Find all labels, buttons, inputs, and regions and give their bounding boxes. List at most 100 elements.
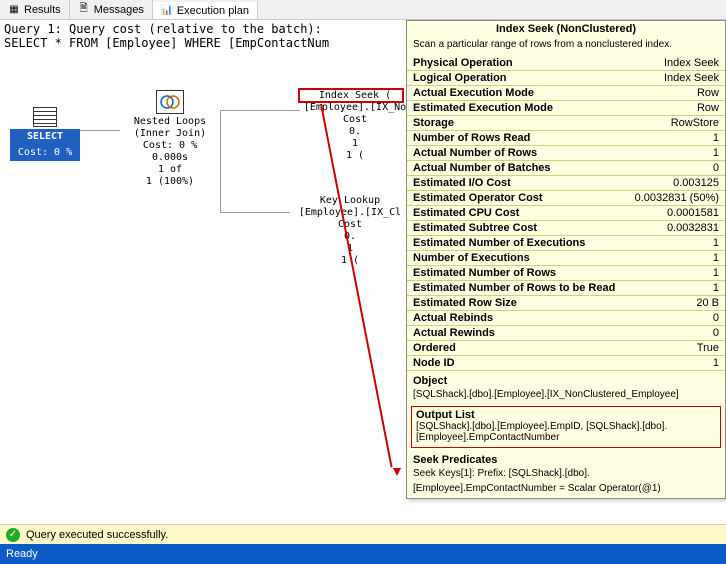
status-text: Query executed successfully. <box>26 529 168 541</box>
tab-results[interactable]: ▦ Results <box>0 0 70 19</box>
property-value: 0.0001581 <box>667 207 719 219</box>
property-value: Index Seek <box>664 57 719 69</box>
op-rows2: 1 (100%) <box>120 176 220 188</box>
tooltip-row: Actual Number of Batches 0 <box>407 161 725 176</box>
property-key: Number of Executions <box>413 252 530 264</box>
property-value: 1 <box>713 252 719 264</box>
property-value: RowStore <box>671 117 719 129</box>
property-value: 1 <box>713 267 719 279</box>
property-key: Estimated Number of Executions <box>413 237 585 249</box>
tooltip-row: Estimated CPU Cost0.0001581 <box>407 206 725 221</box>
select-label: SELECT <box>10 129 80 145</box>
operator-select[interactable]: SELECT Cost: 0 % <box>10 107 80 161</box>
tooltip-row: Estimated Number of Rows to be Read1 <box>407 281 725 296</box>
operator-nested-loops[interactable]: Nested Loops (Inner Join) Cost: 0 % 0.00… <box>120 90 220 188</box>
tooltip-row: Actual Number of Rows 1 <box>407 146 725 161</box>
property-value: 1 <box>713 147 719 159</box>
tab-execution-plan[interactable]: 📊 Execution plan <box>153 0 258 19</box>
tooltip-seek-header: Seek Predicates <box>407 450 725 468</box>
arrowhead-icon <box>393 468 401 476</box>
tooltip-row: Number of Rows Read 1 <box>407 131 725 146</box>
tooltip-row: Actual Rewinds 0 <box>407 326 725 341</box>
status-bar-ready: Ready <box>0 544 726 564</box>
highlight-output-list: Output List [SQLShack].[dbo].[Employee].… <box>411 406 721 448</box>
property-value: Row <box>697 87 719 99</box>
connector-line <box>80 130 120 131</box>
tooltip-row: Actual Execution Mode Row <box>407 86 725 101</box>
op-rows: 1 of <box>120 164 220 176</box>
op-sub: (Inner Join) <box>120 128 220 140</box>
op-time: 0.000s <box>120 152 220 164</box>
property-key: Estimated Number of Rows <box>413 267 556 279</box>
property-value: 0.0032831 <box>667 222 719 234</box>
op-cost: Cost: 0 % <box>120 140 220 152</box>
tooltip-row: Estimated Row Size20 B <box>407 296 725 311</box>
property-key: Node ID <box>413 357 455 369</box>
op-rows2: 1 ( <box>300 150 410 162</box>
check-icon: ✓ <box>6 528 20 542</box>
tab-label: Results <box>24 4 61 16</box>
tooltip-row: Number of Executions 1 <box>407 251 725 266</box>
tooltip-row: Estimated Subtree Cost0.0032831 <box>407 221 725 236</box>
tooltip-row: Estimated I/O Cost0.003125 <box>407 176 725 191</box>
op-time: 0. <box>290 231 410 243</box>
property-key: Actual Number of Batches <box>413 162 551 174</box>
tooltip-seek-value2: [Employee].EmpContactNumber = Scalar Ope… <box>407 483 725 498</box>
tooltip-seek-value1: Seek Keys[1]: Prefix: [SQLShack].[dbo]. <box>407 468 725 483</box>
message-icon: 🗎 <box>78 4 90 16</box>
op-name: Index Seek ( <box>300 90 410 102</box>
op-cost: Cost <box>290 219 410 231</box>
tooltip-row: Physical Operation Index Seek <box>407 56 725 71</box>
status-bar-success: ✓ Query executed successfully. <box>0 524 726 544</box>
property-value: True <box>697 342 719 354</box>
tab-messages[interactable]: 🗎 Messages <box>70 0 153 19</box>
op-rows: 1 <box>300 138 410 150</box>
connector-line <box>220 110 221 212</box>
ready-text: Ready <box>6 548 38 560</box>
op-time: 0. <box>300 126 410 138</box>
property-value: Row <box>697 102 719 114</box>
tooltip-row: Estimated Number of Executions1 <box>407 236 725 251</box>
property-key: Actual Number of Rows <box>413 147 537 159</box>
property-key: Storage <box>413 117 454 129</box>
tooltip-row: Logical OperationIndex Seek <box>407 71 725 86</box>
tooltip-desc: Scan a particular range of rows from a n… <box>407 37 725 56</box>
op-name: Key Lookup <box>290 195 410 207</box>
property-key: Number of Rows Read <box>413 132 530 144</box>
property-key: Actual Execution Mode <box>413 87 534 99</box>
property-value: 1 <box>713 132 719 144</box>
op-obj: [Employee].[IX_Cl <box>290 207 410 219</box>
property-key: Actual Rewinds <box>413 327 495 339</box>
property-key: Actual Rebinds <box>413 312 493 324</box>
property-value: 0 <box>713 312 719 324</box>
table-icon <box>33 107 57 127</box>
tab-label: Execution plan <box>177 5 249 17</box>
grid-icon: ▦ <box>8 4 20 16</box>
operator-index-seek[interactable]: Index Seek ( [Employee].[IX_No Cost 0. 1… <box>300 90 410 162</box>
select-cost: Cost: 0 % <box>10 145 80 161</box>
tooltip-row: Estimated Execution Mode Row <box>407 101 725 116</box>
tooltip-title: Index Seek (NonClustered) <box>407 21 725 37</box>
op-name: Nested Loops <box>120 116 220 128</box>
property-key: Physical Operation <box>413 57 513 69</box>
tooltip-row: Actual Rebinds 0 <box>407 311 725 326</box>
tooltip-object-value: [SQLShack].[dbo].[Employee].[IX_NonClust… <box>407 389 725 404</box>
tooltip-output-header: Output List <box>414 409 718 421</box>
property-value: 0 <box>713 327 719 339</box>
property-value: 0.0032831 (50%) <box>635 192 719 204</box>
property-value: 0 <box>713 162 719 174</box>
property-value: 1 <box>713 282 719 294</box>
property-key: Estimated Operator Cost <box>413 192 543 204</box>
nested-loops-icon <box>156 90 184 114</box>
op-cost: Cost <box>300 114 410 126</box>
plan-icon: 📊 <box>161 5 173 17</box>
tooltip-row: Node ID 1 <box>407 356 725 371</box>
operator-tooltip: Index Seek (NonClustered) Scan a particu… <box>406 20 726 499</box>
tooltip-row: Estimated Number of Rows 1 <box>407 266 725 281</box>
property-value: Index Seek <box>664 72 719 84</box>
op-obj: [Employee].[IX_No <box>300 102 410 114</box>
property-value: 1 <box>713 357 719 369</box>
tooltip-object-header: Object <box>407 371 725 389</box>
property-key: Estimated Execution Mode <box>413 102 553 114</box>
property-key: Estimated Row Size <box>413 297 517 309</box>
